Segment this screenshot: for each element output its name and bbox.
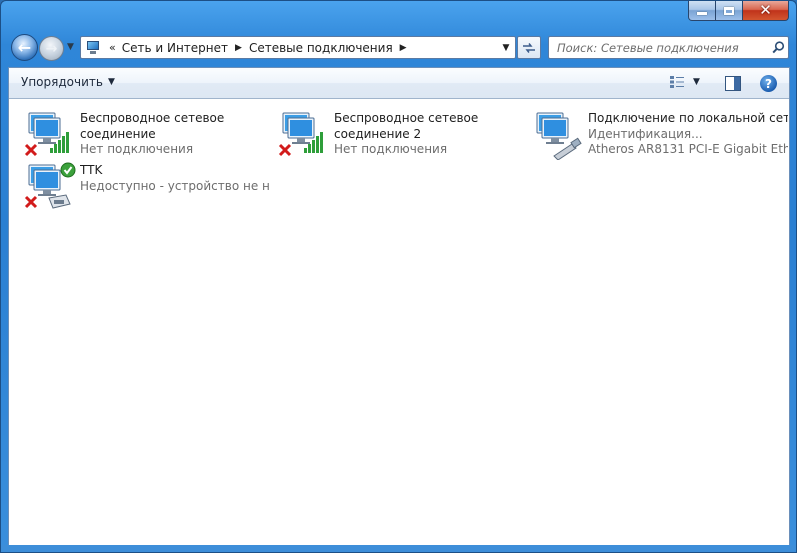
- connection-item-wireless-2[interactable]: Беспроводное сетевое соединение 2 Нет по…: [263, 104, 513, 157]
- connection-text: Беспроводное сетевое соединение Нет подк…: [80, 111, 270, 158]
- connection-item-ttk[interactable]: TTK Недоступно - устройство не най...: [9, 156, 270, 209]
- breadcrumb-separator-icon[interactable]: ▶: [235, 43, 242, 53]
- window-bottom-border: [1, 545, 796, 552]
- connection-name: TTK: [80, 163, 103, 177]
- change-view-button[interactable]: ▼: [669, 75, 700, 89]
- connection-device: Atheros AR8131 PCI-E Gigabit Eth...: [588, 142, 788, 156]
- chevron-down-icon: ▼: [502, 42, 510, 53]
- connection-text: Беспроводное сетевое соединение 2 Нет по…: [334, 111, 524, 158]
- minimize-icon: [697, 12, 707, 15]
- connection-item-lan[interactable]: Подключение по локальной сети Идентифика…: [517, 104, 789, 160]
- search-input[interactable]: [549, 40, 768, 55]
- close-icon: ✕: [759, 1, 772, 19]
- connection-name-cont: соединение 2: [334, 126, 422, 141]
- content-frame: Упорядочить ▼ ▼ ? Беспроводное сетевое с…: [8, 67, 790, 547]
- connections-list: Беспроводное сетевое соединение Нет подк…: [9, 100, 789, 546]
- address-dropdown-button[interactable]: ▼: [497, 37, 515, 58]
- chevron-down-icon: ▼: [693, 77, 700, 87]
- arrow-right-icon: →: [45, 40, 58, 57]
- navigation-row: ← → ▼ « Сеть и Интернет ▶ Сетевые подклю…: [1, 31, 796, 65]
- address-bar[interactable]: « Сеть и Интернет ▶ Сетевые подключения …: [80, 36, 516, 59]
- connection-status: Нет подключения: [334, 142, 448, 156]
- connection-status: Идентификация...: [588, 126, 703, 141]
- refresh-icon: [523, 42, 535, 53]
- connection-name: Беспроводное сетевое: [334, 111, 479, 125]
- wireless-connection-icon: [24, 112, 69, 157]
- chevron-down-icon: ▼: [67, 42, 74, 52]
- dialup-connection-icon: [24, 162, 76, 209]
- minimize-button[interactable]: [688, 1, 716, 21]
- caption-buttons: ✕: [688, 1, 789, 21]
- connection-item-wireless-1[interactable]: Беспроводное сетевое соединение Нет подк…: [9, 104, 259, 157]
- breadcrumb-network-connections[interactable]: Сетевые подключения: [249, 41, 393, 55]
- recent-pages-dropdown[interactable]: ▼: [67, 42, 74, 52]
- preview-pane-button[interactable]: [725, 76, 741, 94]
- maximize-icon: [724, 6, 734, 15]
- explorer-window: ✕ ← → ▼ « Сеть и Интернет ▶ Сетевые подк…: [0, 0, 797, 553]
- close-button[interactable]: ✕: [743, 1, 789, 21]
- arrow-left-icon: ←: [17, 38, 32, 57]
- breadcrumb-network-internet[interactable]: Сеть и Интернет: [122, 41, 228, 55]
- connection-name: Беспроводное сетевое: [80, 111, 225, 125]
- view-options-icon: [670, 76, 684, 88]
- help-icon: ?: [765, 76, 772, 91]
- wireless-connection-icon: [278, 112, 323, 157]
- refresh-button[interactable]: [517, 36, 541, 59]
- connection-name: Подключение по локальной сети: [588, 111, 788, 125]
- command-bar: Упорядочить ▼ ▼ ?: [9, 68, 789, 99]
- search-box[interactable]: [548, 36, 789, 59]
- connection-text: Подключение по локальной сети Идентифика…: [588, 111, 788, 158]
- back-button[interactable]: ←: [11, 34, 38, 61]
- forward-button[interactable]: →: [39, 36, 64, 61]
- breadcrumb-overflow[interactable]: «: [109, 41, 116, 54]
- ethernet-connection-icon: [536, 112, 582, 160]
- connection-status: Недоступно - устройство не най...: [80, 178, 270, 193]
- breadcrumb-separator-icon[interactable]: ▶: [400, 43, 407, 53]
- network-connections-icon: [85, 40, 103, 56]
- chevron-down-icon: ▼: [107, 77, 115, 87]
- help-button[interactable]: ?: [760, 75, 777, 92]
- preview-pane-icon: [725, 76, 741, 91]
- search-icon[interactable]: [768, 38, 788, 58]
- organize-label: Упорядочить: [21, 75, 103, 89]
- connection-name-cont: соединение: [80, 126, 156, 141]
- connection-text: TTK Недоступно - устройство не най...: [80, 163, 270, 194]
- organize-button[interactable]: Упорядочить ▼: [21, 75, 115, 89]
- maximize-button[interactable]: [716, 1, 743, 21]
